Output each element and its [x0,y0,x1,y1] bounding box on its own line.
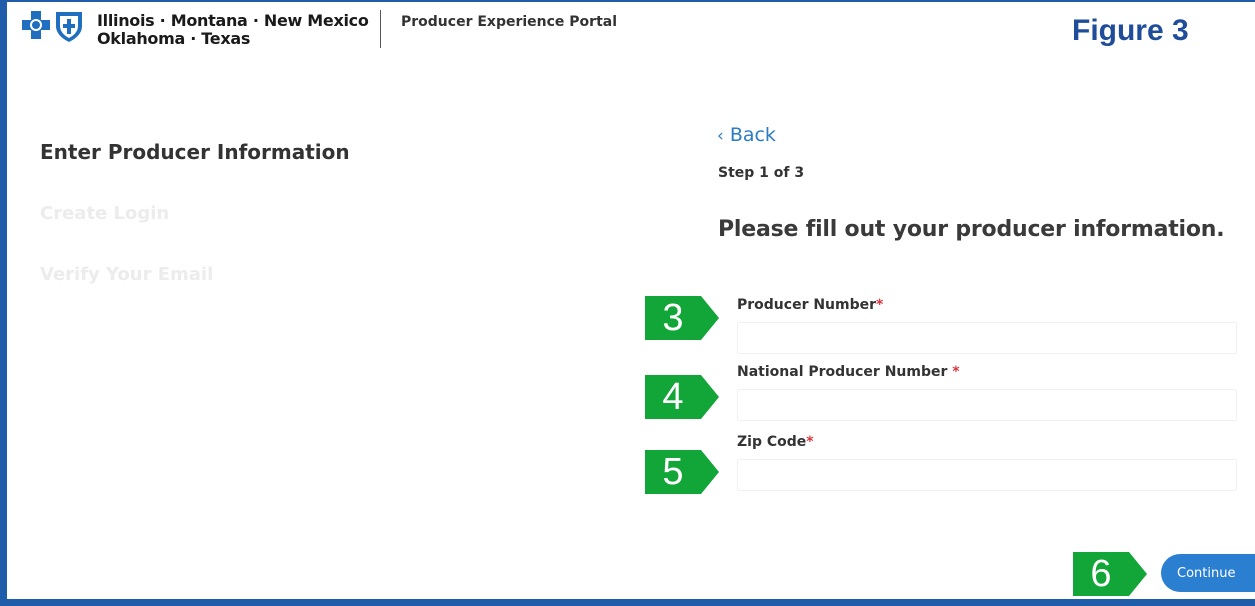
step-enter-producer-information: Enter Producer Information [40,140,350,164]
callout-5: 5 [645,450,719,494]
callout-3: 3 [645,296,719,340]
figure-label: Figure 3 [1072,14,1189,47]
brand-line-2: Oklahoma · Texas [97,29,251,48]
required-asterisk: * [876,297,884,313]
form-heading: Please fill out your producer informatio… [718,217,1225,242]
header-divider [380,10,381,48]
zip-code-label-text: Zip Code [737,434,807,450]
callout-number: 3 [662,297,684,339]
zip-code-input[interactable] [737,459,1237,491]
chevron-left-icon: ‹ [717,126,724,146]
step-verify-your-email: Verify Your Email [40,264,214,285]
callout-4: 4 [645,375,719,419]
step-create-login: Create Login [40,203,170,224]
national-producer-number-label-text: National Producer Number [737,364,953,380]
back-link-label: Back [729,124,776,146]
callout-6: 6 [1073,552,1147,596]
logo [22,11,82,42]
required-asterisk: * [952,364,960,380]
callout-number: 6 [1090,553,1112,595]
screenshot-frame [0,0,1255,606]
back-link[interactable]: ‹ Back [717,124,776,146]
portal-name: Producer Experience Portal [401,14,618,30]
brand-line-1: Illinois · Montana · New Mexico [97,11,369,30]
continue-button[interactable]: Continue [1161,554,1255,592]
callout-number: 5 [662,451,684,493]
step-counter: Step 1 of 3 [718,165,805,181]
national-producer-number-input[interactable] [737,389,1237,421]
blue-shield-icon [56,12,82,42]
blue-cross-icon [22,11,50,39]
required-asterisk: * [806,434,814,450]
callout-number: 4 [662,376,684,418]
producer-number-label: Producer Number* [737,297,883,313]
zip-code-label: Zip Code* [737,434,814,450]
producer-number-input[interactable] [737,322,1237,354]
producer-number-label-text: Producer Number [737,297,877,313]
national-producer-number-label: National Producer Number * [737,364,960,380]
